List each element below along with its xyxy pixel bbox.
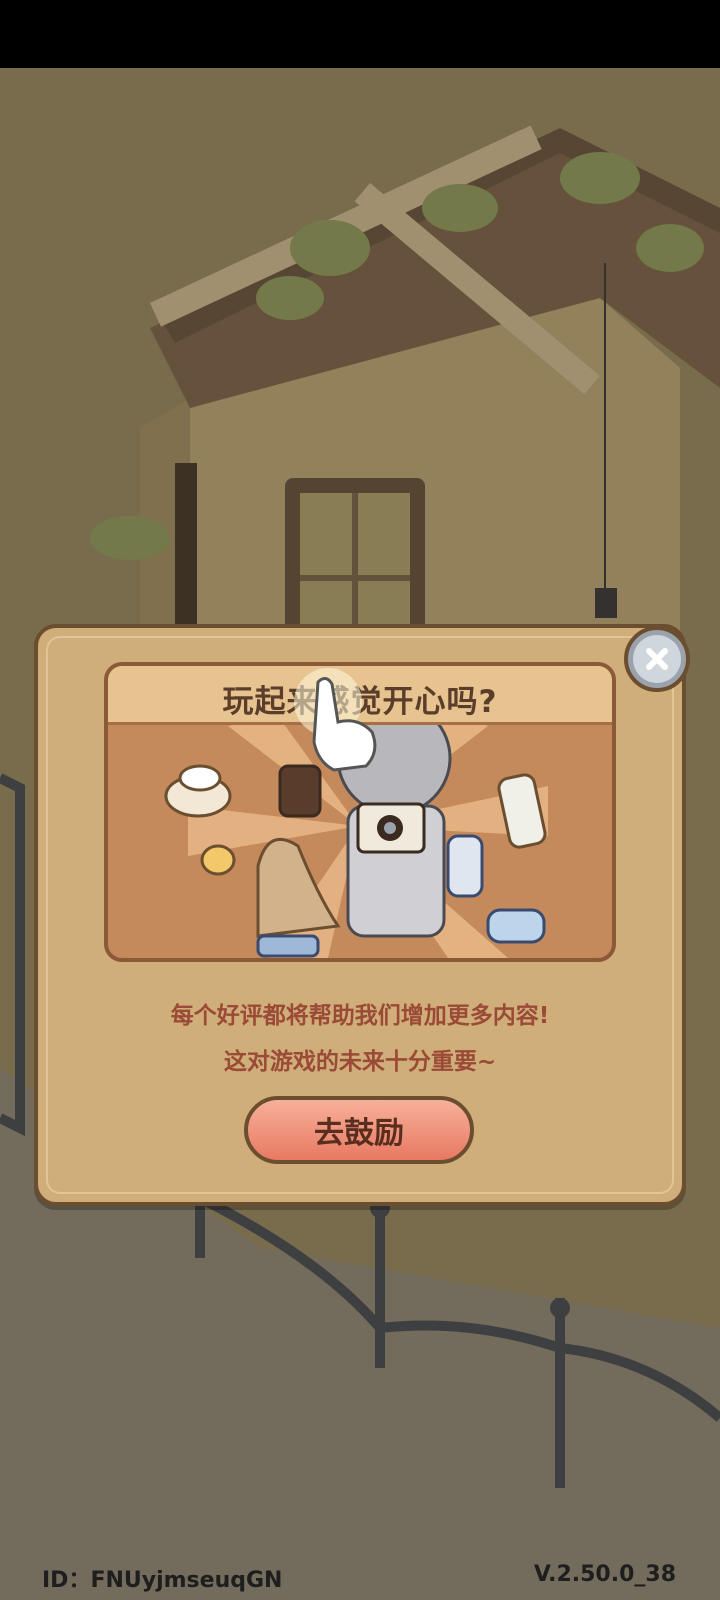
illustration-panel: 玩起来感觉开心吗? — [104, 662, 616, 962]
version-label: V.2.50.0_38 — [533, 1562, 676, 1587]
message-line-2: 这对游戏的未来十分重要~ — [223, 1049, 497, 1075]
tap-hand-icon — [294, 668, 377, 772]
close-button[interactable] — [624, 626, 690, 692]
status-bar — [0, 0, 720, 68]
encourage-button[interactable]: 去鼓励 — [244, 1096, 474, 1164]
message-line-1: 每个好评都将帮助我们增加更多内容! — [170, 1003, 550, 1029]
player-id: ID：FNUyjmseuqGN — [42, 1568, 283, 1593]
encourage-button-label: 去鼓励 — [314, 1116, 404, 1151]
close-icon — [633, 635, 681, 683]
